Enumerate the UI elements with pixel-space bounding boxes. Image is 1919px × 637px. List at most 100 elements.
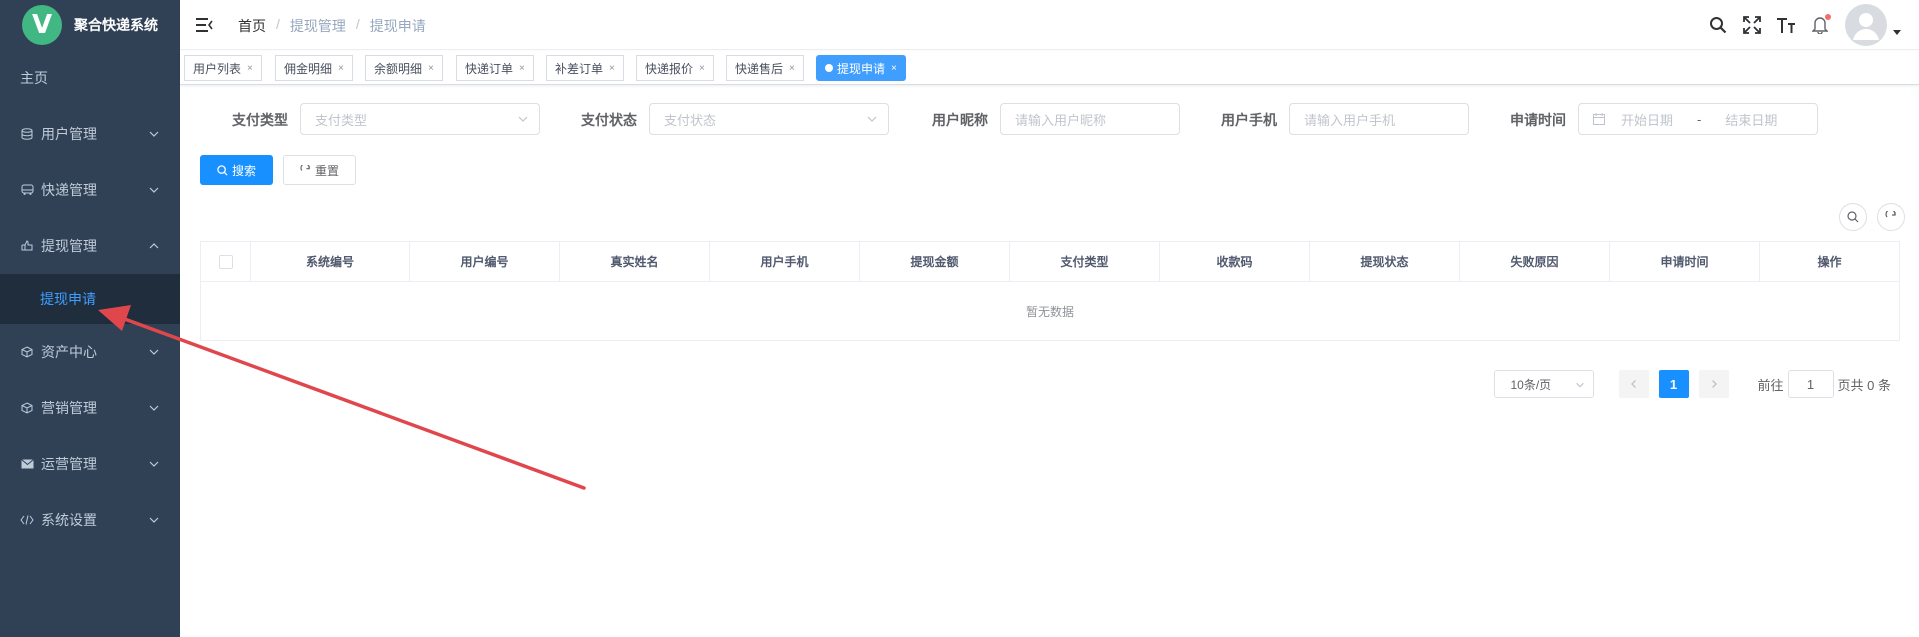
chevron-down-icon <box>149 405 159 411</box>
breadcrumb-withdraw-management: 提现管理 <box>289 18 346 34</box>
search-icon <box>1847 211 1859 223</box>
close-icon[interactable]: × <box>338 63 344 74</box>
sidebar-item-system-settings[interactable]: 系统设置 <box>0 492 180 548</box>
tag-balance-detail[interactable]: 余额明细 × <box>365 55 443 81</box>
close-icon[interactable]: × <box>519 63 525 74</box>
avatar[interactable] <box>1845 4 1887 46</box>
sidebar-item-user-management[interactable]: 用户管理 <box>0 106 180 162</box>
column-header: 系统编号 <box>251 242 410 281</box>
page-size-value: 10条/页 <box>1510 377 1552 392</box>
tag-supplement-orders[interactable]: 补差订单 × <box>546 55 624 81</box>
empty-text: 暂无数据 <box>1025 304 1074 319</box>
sidebar-item-label: 系统设置 <box>41 512 97 528</box>
search-icon[interactable] <box>1707 14 1729 36</box>
select-all-checkbox[interactable] <box>218 254 233 269</box>
hamburger-icon[interactable] <box>194 15 214 35</box>
search-button-label: 搜索 <box>231 163 256 178</box>
font-size-icon[interactable] <box>1775 14 1797 36</box>
pay-status-select[interactable]: 支付状态 <box>649 103 889 135</box>
column-header: 提现状态 <box>1310 242 1460 281</box>
page-size-select[interactable]: 10条/页 <box>1493 370 1594 398</box>
main-content: 支付类型 支付类型 支付状态 支付状态 用户昵称 请输入用户昵称 用户手机 请输… <box>180 86 1919 637</box>
sidebar-item-asset-center[interactable]: 资产中心 <box>0 324 180 380</box>
apply-time-label: 申请时间 <box>1510 112 1566 128</box>
sidebar-item-operations-management[interactable]: 运营管理 <box>0 436 180 492</box>
search-button[interactable]: 搜索 <box>200 155 273 185</box>
page-jumper: 前往 1 页 共 0 条 <box>1758 370 1891 398</box>
fullscreen-icon[interactable] <box>1741 14 1763 36</box>
tag-user-list[interactable]: 用户列表 × <box>184 55 262 81</box>
prev-page-button[interactable] <box>1618 370 1649 398</box>
tag-express-orders[interactable]: 快递订单 × <box>456 55 534 81</box>
chevron-down-icon <box>149 517 159 523</box>
tag-label: 佣金明细 <box>284 61 333 76</box>
column-header: 用户手机 <box>710 242 860 281</box>
goto-page-input[interactable]: 1 <box>1787 370 1834 398</box>
sidebar-item-home[interactable]: 主页 <box>0 50 180 106</box>
tag-commission-detail[interactable]: 佣金明细 × <box>275 55 353 81</box>
tag-label: 快递售后 <box>735 61 784 76</box>
bell-icon[interactable] <box>1809 14 1831 36</box>
page-number-current[interactable]: 1 <box>1658 370 1689 398</box>
sidebar-item-withdraw-management[interactable]: 提现管理 <box>0 218 180 274</box>
column-header: 收款码 <box>1160 242 1310 281</box>
sidebar-item-label: 主页 <box>20 70 48 86</box>
page-suffix: 页 <box>1837 377 1851 393</box>
caret-down-icon[interactable] <box>1893 30 1901 36</box>
close-icon[interactable]: × <box>789 63 795 74</box>
refresh-icon <box>1885 211 1896 218</box>
close-icon[interactable]: × <box>891 63 897 74</box>
active-dot <box>825 64 833 72</box>
withdraw-table: 系统编号 用户编号 真实姓名 用户手机 提现金额 支付类型 收款码 提现状态 失… <box>200 241 1900 341</box>
calendar-icon <box>1593 113 1605 125</box>
sidebar-item-label: 营销管理 <box>41 400 97 416</box>
brand-title: 聚合快递系统 <box>74 17 158 33</box>
close-icon[interactable]: × <box>247 63 253 74</box>
navbar-right <box>1695 0 1901 50</box>
pay-status-label: 支付状态 <box>581 112 637 128</box>
column-header: 真实姓名 <box>560 242 710 281</box>
side-menu: 主页 用户管理 快递管理 提现管理 提现申请 资产中心 营销管理 运营管理 系统… <box>0 50 180 548</box>
next-page-button[interactable] <box>1698 370 1729 398</box>
input-placeholder: 请输入用户手机 <box>1304 112 1396 128</box>
chevron-down-icon <box>149 187 159 193</box>
chevron-right-icon <box>1711 380 1717 388</box>
tag-label: 补差订单 <box>555 61 604 76</box>
chevron-up-icon <box>149 243 159 249</box>
tag-label: 余额明细 <box>374 61 423 76</box>
pay-type-select[interactable]: 支付类型 <box>300 103 540 135</box>
close-icon[interactable]: × <box>609 63 615 74</box>
end-date-placeholder: 结束日期 <box>1725 112 1778 128</box>
sidebar-item-express-management[interactable]: 快递管理 <box>0 162 180 218</box>
refresh-button[interactable] <box>1877 203 1905 231</box>
sidebar-item-label: 提现管理 <box>41 238 97 254</box>
nickname-input[interactable]: 请输入用户昵称 <box>1000 103 1180 135</box>
pay-type-label: 支付类型 <box>232 112 288 128</box>
sidebar-item-marketing-management[interactable]: 营销管理 <box>0 380 180 436</box>
breadcrumb-home[interactable]: 首页 <box>238 16 266 36</box>
sidebar-item-label: 用户管理 <box>41 126 97 142</box>
close-icon[interactable]: × <box>699 63 705 74</box>
withdraw-icon <box>20 239 34 253</box>
close-icon[interactable]: × <box>428 63 434 74</box>
reset-button-label: 重置 <box>314 163 339 178</box>
reset-button[interactable]: 重置 <box>283 155 356 185</box>
tag-express-quotes[interactable]: 快递报价 × <box>636 55 714 81</box>
tag-express-after-sales[interactable]: 快递售后 × <box>726 55 804 81</box>
goto-page-value: 1 <box>1806 376 1815 392</box>
phone-input[interactable]: 请输入用户手机 <box>1289 103 1469 135</box>
column-header: 用户编号 <box>410 242 560 281</box>
column-header: 提现金额 <box>860 242 1010 281</box>
sidebar-subitem-withdraw-application[interactable]: 提现申请 <box>0 274 180 324</box>
breadcrumb: 首页 / 提现管理 / 提现申请 <box>238 16 426 36</box>
database-icon <box>20 127 34 141</box>
toggle-search-button[interactable] <box>1839 203 1867 231</box>
tag-withdraw-application[interactable]: 提现申请 × <box>816 55 906 81</box>
tag-label: 提现申请 <box>837 61 886 76</box>
tag-label: 快递订单 <box>465 61 514 76</box>
date-range-picker[interactable]: 开始日期 - 结束日期 <box>1578 103 1818 135</box>
refresh-icon <box>300 164 310 171</box>
table-header: 系统编号 用户编号 真实姓名 用户手机 提现金额 支付类型 收款码 提现状态 失… <box>201 242 1899 282</box>
chevron-down-icon <box>149 131 159 137</box>
sidebar-subitem-label: 提现申请 <box>40 291 96 307</box>
